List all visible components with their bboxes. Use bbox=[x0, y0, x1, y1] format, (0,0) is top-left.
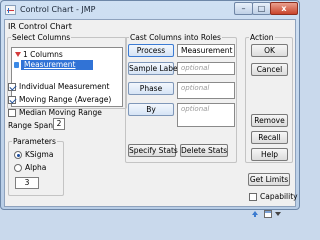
checkbox-label: Individual Measurement bbox=[19, 82, 110, 91]
process-role-field[interactable]: Measurement bbox=[177, 44, 235, 57]
radio-label: Alpha bbox=[25, 163, 47, 172]
sample-label-role-button[interactable]: Sample Label bbox=[128, 62, 180, 75]
alpha-radio[interactable]: Alpha bbox=[14, 163, 46, 172]
window-options-icon[interactable] bbox=[264, 210, 272, 218]
action-label: Action bbox=[249, 33, 275, 42]
help-button[interactable]: Help bbox=[251, 148, 288, 161]
delete-stats-button[interactable]: Delete Stats bbox=[180, 144, 228, 157]
median-moving-range-checkbox[interactable]: Median Moving Range bbox=[8, 108, 102, 117]
process-role-button[interactable]: Process bbox=[128, 44, 174, 57]
up-arrow-icon[interactable] bbox=[251, 210, 259, 218]
title-bar: Control Chart - JMP – □ x bbox=[1, 1, 299, 19]
checkbox-box[interactable] bbox=[8, 95, 16, 104]
capability-checkbox[interactable]: Capability bbox=[249, 192, 298, 201]
phase-role-button[interactable]: Phase bbox=[128, 82, 174, 95]
radio-dot[interactable] bbox=[14, 150, 22, 159]
continuous-column-icon bbox=[14, 62, 19, 68]
recall-button[interactable]: Recall bbox=[251, 131, 288, 144]
radio-label: KSigma bbox=[25, 150, 54, 159]
column-item-label: Measurement bbox=[24, 60, 76, 69]
parameter-value-input[interactable]: 3 bbox=[15, 177, 39, 189]
cancel-button[interactable]: Cancel bbox=[251, 63, 288, 76]
by-role-field[interactable]: optional bbox=[177, 103, 235, 127]
disclosure-triangle-icon[interactable] bbox=[15, 52, 21, 57]
window: Control Chart - JMP – □ x IR Control Cha… bbox=[0, 0, 300, 218]
radio-dot[interactable] bbox=[14, 163, 22, 172]
phase-role-field[interactable]: optional bbox=[177, 82, 235, 99]
parameters-label: Parameters bbox=[12, 137, 57, 146]
remove-button[interactable]: Remove bbox=[251, 114, 288, 127]
checkbox-label: Moving Range (Average) bbox=[19, 95, 112, 104]
close-button[interactable]: x bbox=[270, 2, 298, 15]
checkbox-box[interactable] bbox=[249, 192, 257, 201]
checkbox-box[interactable] bbox=[8, 108, 16, 117]
sample-label-role-field[interactable]: optional bbox=[177, 62, 235, 75]
jmp-app-icon bbox=[5, 5, 16, 15]
column-item-measurement[interactable]: Measurement bbox=[14, 60, 93, 70]
specify-stats-button[interactable]: Specify Stats bbox=[128, 144, 178, 157]
checkbox-label: Median Moving Range bbox=[19, 108, 102, 117]
checkbox-box[interactable] bbox=[8, 82, 16, 91]
moving-range-average-checkbox[interactable]: Moving Range (Average) bbox=[8, 95, 111, 104]
select-columns-label: Select Columns bbox=[11, 33, 72, 42]
chevron-down-icon[interactable] bbox=[275, 212, 281, 217]
minimize-button[interactable]: – bbox=[234, 2, 253, 15]
range-span-input[interactable]: 2 bbox=[53, 118, 65, 130]
ksigma-radio[interactable]: KSigma bbox=[14, 150, 53, 159]
get-limits-button[interactable]: Get Limits bbox=[248, 173, 290, 186]
parameters-group: Parameters KSigma Alpha 3 bbox=[8, 137, 64, 196]
by-role-button[interactable]: By bbox=[128, 103, 174, 116]
column-count: 1 Columns bbox=[23, 50, 63, 59]
chart-bar-glyph bbox=[8, 8, 9, 13]
ok-button[interactable]: OK bbox=[251, 44, 288, 57]
action-group: Action OK Cancel Remove Recall Help bbox=[245, 33, 293, 163]
checkbox-label: Capability bbox=[260, 192, 298, 201]
dialog-subtitle: IR Control Chart bbox=[8, 22, 72, 31]
window-title: Control Chart - JMP bbox=[20, 5, 96, 14]
cast-roles-label: Cast Columns into Roles bbox=[129, 33, 222, 42]
individual-measurement-checkbox[interactable]: Individual Measurement bbox=[8, 82, 109, 91]
maximize-button[interactable]: □ bbox=[252, 2, 271, 15]
cast-roles-group: Cast Columns into Roles Process Measurem… bbox=[125, 33, 237, 163]
dialog-body: IR Control Chart Select Columns 1 Column… bbox=[4, 19, 298, 218]
range-span-label: Range Span bbox=[8, 121, 54, 130]
